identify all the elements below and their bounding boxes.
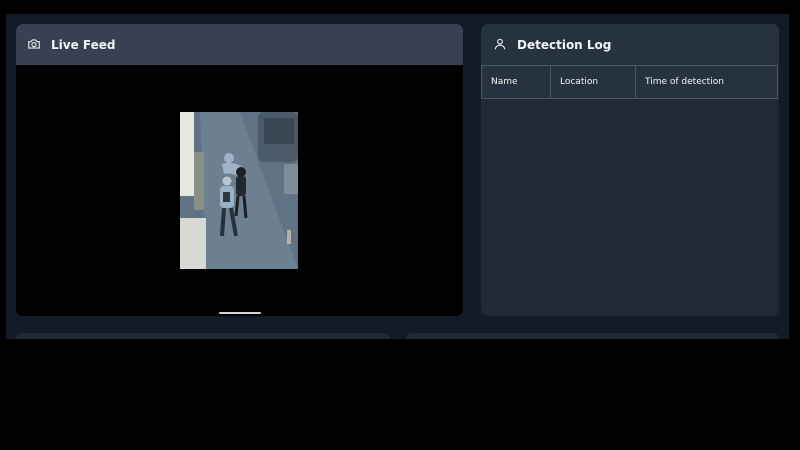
column-header-time[interactable]: Time of detection [635,65,778,99]
camera-icon [27,37,43,53]
detection-log-panel: Detection Log Name Location Time of dete… [481,24,779,316]
live-feed-panel: Live Feed [16,24,463,316]
lower-panel-left [16,333,390,339]
column-header-name[interactable]: Name [481,65,551,99]
detection-table: Name Location Time of detection [481,65,778,99]
detection-log-header: Detection Log [481,24,779,65]
live-feed-title: Live Feed [51,37,116,52]
lower-panel-right [406,333,779,339]
user-icon [493,37,509,53]
column-header-location[interactable]: Location [550,65,636,99]
camera-video-frame [180,112,298,269]
dashboard: Live Feed Detection Log Name Location Ti… [6,14,789,339]
feed-scrollbar[interactable] [219,312,261,314]
video-viewport[interactable] [16,65,463,316]
live-feed-header: Live Feed [16,24,463,65]
detection-log-title: Detection Log [517,37,612,52]
table-header-row: Name Location Time of detection [481,65,778,99]
